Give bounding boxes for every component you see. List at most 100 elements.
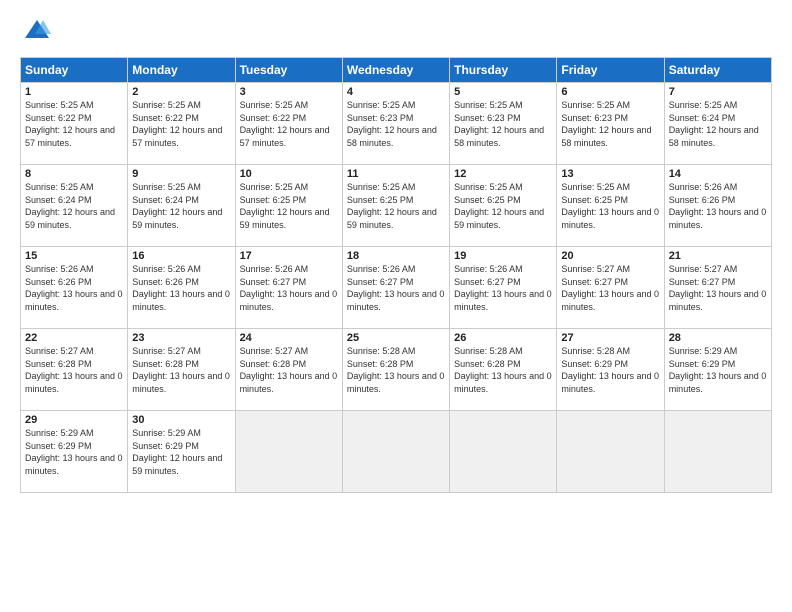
calendar-cell: 10Sunrise: 5:25 AM Sunset: 6:25 PM Dayli… bbox=[235, 165, 342, 247]
cell-info: Sunrise: 5:25 AM Sunset: 6:24 PM Dayligh… bbox=[669, 99, 767, 149]
cell-info: Sunrise: 5:26 AM Sunset: 6:27 PM Dayligh… bbox=[240, 263, 338, 313]
day-number: 29 bbox=[25, 414, 123, 426]
cell-info: Sunrise: 5:25 AM Sunset: 6:25 PM Dayligh… bbox=[240, 181, 338, 231]
cell-info: Sunrise: 5:25 AM Sunset: 6:24 PM Dayligh… bbox=[25, 181, 123, 231]
calendar-cell: 19Sunrise: 5:26 AM Sunset: 6:27 PM Dayli… bbox=[450, 247, 557, 329]
day-number: 10 bbox=[240, 168, 338, 180]
cell-info: Sunrise: 5:25 AM Sunset: 6:25 PM Dayligh… bbox=[454, 181, 552, 231]
calendar-cell: 17Sunrise: 5:26 AM Sunset: 6:27 PM Dayli… bbox=[235, 247, 342, 329]
day-number: 18 bbox=[347, 250, 445, 262]
week-row-2: 15Sunrise: 5:26 AM Sunset: 6:26 PM Dayli… bbox=[21, 247, 772, 329]
cell-info: Sunrise: 5:25 AM Sunset: 6:23 PM Dayligh… bbox=[561, 99, 659, 149]
calendar-cell: 26Sunrise: 5:28 AM Sunset: 6:28 PM Dayli… bbox=[450, 329, 557, 411]
calendar-cell: 30Sunrise: 5:29 AM Sunset: 6:29 PM Dayli… bbox=[128, 411, 235, 493]
calendar-cell: 18Sunrise: 5:26 AM Sunset: 6:27 PM Dayli… bbox=[342, 247, 449, 329]
day-number: 28 bbox=[669, 332, 767, 344]
calendar-cell: 22Sunrise: 5:27 AM Sunset: 6:28 PM Dayli… bbox=[21, 329, 128, 411]
logo-block bbox=[20, 16, 51, 49]
day-number: 8 bbox=[25, 168, 123, 180]
calendar-cell: 9Sunrise: 5:25 AM Sunset: 6:24 PM Daylig… bbox=[128, 165, 235, 247]
calendar-table: Sunday Monday Tuesday Wednesday Thursday… bbox=[20, 57, 772, 493]
calendar-cell: 27Sunrise: 5:28 AM Sunset: 6:29 PM Dayli… bbox=[557, 329, 664, 411]
cell-info: Sunrise: 5:25 AM Sunset: 6:23 PM Dayligh… bbox=[347, 99, 445, 149]
cell-info: Sunrise: 5:27 AM Sunset: 6:28 PM Dayligh… bbox=[132, 345, 230, 395]
day-number: 27 bbox=[561, 332, 659, 344]
calendar-cell: 5Sunrise: 5:25 AM Sunset: 6:23 PM Daylig… bbox=[450, 83, 557, 165]
calendar-cell: 16Sunrise: 5:26 AM Sunset: 6:26 PM Dayli… bbox=[128, 247, 235, 329]
cell-info: Sunrise: 5:28 AM Sunset: 6:28 PM Dayligh… bbox=[347, 345, 445, 395]
cell-info: Sunrise: 5:25 AM Sunset: 6:22 PM Dayligh… bbox=[240, 99, 338, 149]
calendar-cell: 21Sunrise: 5:27 AM Sunset: 6:27 PM Dayli… bbox=[664, 247, 771, 329]
day-number: 24 bbox=[240, 332, 338, 344]
cell-info: Sunrise: 5:29 AM Sunset: 6:29 PM Dayligh… bbox=[132, 427, 230, 477]
day-number: 16 bbox=[132, 250, 230, 262]
header-thursday: Thursday bbox=[450, 58, 557, 83]
header-monday: Monday bbox=[128, 58, 235, 83]
day-number: 22 bbox=[25, 332, 123, 344]
cell-info: Sunrise: 5:26 AM Sunset: 6:26 PM Dayligh… bbox=[132, 263, 230, 313]
days-header-row: Sunday Monday Tuesday Wednesday Thursday… bbox=[21, 58, 772, 83]
cell-info: Sunrise: 5:27 AM Sunset: 6:28 PM Dayligh… bbox=[25, 345, 123, 395]
cell-info: Sunrise: 5:25 AM Sunset: 6:23 PM Dayligh… bbox=[454, 99, 552, 149]
calendar-cell: 23Sunrise: 5:27 AM Sunset: 6:28 PM Dayli… bbox=[128, 329, 235, 411]
day-number: 1 bbox=[25, 86, 123, 98]
cell-info: Sunrise: 5:25 AM Sunset: 6:25 PM Dayligh… bbox=[561, 181, 659, 231]
day-number: 2 bbox=[132, 86, 230, 98]
cell-info: Sunrise: 5:27 AM Sunset: 6:27 PM Dayligh… bbox=[669, 263, 767, 313]
day-number: 26 bbox=[454, 332, 552, 344]
header-saturday: Saturday bbox=[664, 58, 771, 83]
calendar-cell bbox=[450, 411, 557, 493]
cell-info: Sunrise: 5:26 AM Sunset: 6:26 PM Dayligh… bbox=[25, 263, 123, 313]
day-number: 20 bbox=[561, 250, 659, 262]
day-number: 30 bbox=[132, 414, 230, 426]
week-row-0: 1Sunrise: 5:25 AM Sunset: 6:22 PM Daylig… bbox=[21, 83, 772, 165]
cell-info: Sunrise: 5:28 AM Sunset: 6:29 PM Dayligh… bbox=[561, 345, 659, 395]
day-number: 25 bbox=[347, 332, 445, 344]
calendar-cell: 6Sunrise: 5:25 AM Sunset: 6:23 PM Daylig… bbox=[557, 83, 664, 165]
week-row-1: 8Sunrise: 5:25 AM Sunset: 6:24 PM Daylig… bbox=[21, 165, 772, 247]
header-tuesday: Tuesday bbox=[235, 58, 342, 83]
calendar-cell: 29Sunrise: 5:29 AM Sunset: 6:29 PM Dayli… bbox=[21, 411, 128, 493]
day-number: 11 bbox=[347, 168, 445, 180]
cell-info: Sunrise: 5:26 AM Sunset: 6:26 PM Dayligh… bbox=[669, 181, 767, 231]
calendar-cell: 4Sunrise: 5:25 AM Sunset: 6:23 PM Daylig… bbox=[342, 83, 449, 165]
calendar-cell: 15Sunrise: 5:26 AM Sunset: 6:26 PM Dayli… bbox=[21, 247, 128, 329]
day-number: 5 bbox=[454, 86, 552, 98]
day-number: 9 bbox=[132, 168, 230, 180]
calendar-cell bbox=[342, 411, 449, 493]
calendar-cell: 8Sunrise: 5:25 AM Sunset: 6:24 PM Daylig… bbox=[21, 165, 128, 247]
calendar-cell: 3Sunrise: 5:25 AM Sunset: 6:22 PM Daylig… bbox=[235, 83, 342, 165]
day-number: 14 bbox=[669, 168, 767, 180]
calendar-cell: 20Sunrise: 5:27 AM Sunset: 6:27 PM Dayli… bbox=[557, 247, 664, 329]
header-friday: Friday bbox=[557, 58, 664, 83]
day-number: 23 bbox=[132, 332, 230, 344]
cell-info: Sunrise: 5:27 AM Sunset: 6:28 PM Dayligh… bbox=[240, 345, 338, 395]
cell-info: Sunrise: 5:26 AM Sunset: 6:27 PM Dayligh… bbox=[347, 263, 445, 313]
day-number: 7 bbox=[669, 86, 767, 98]
cell-info: Sunrise: 5:29 AM Sunset: 6:29 PM Dayligh… bbox=[25, 427, 123, 477]
calendar-cell: 2Sunrise: 5:25 AM Sunset: 6:22 PM Daylig… bbox=[128, 83, 235, 165]
calendar-cell: 13Sunrise: 5:25 AM Sunset: 6:25 PM Dayli… bbox=[557, 165, 664, 247]
cell-info: Sunrise: 5:28 AM Sunset: 6:28 PM Dayligh… bbox=[454, 345, 552, 395]
day-number: 19 bbox=[454, 250, 552, 262]
day-number: 15 bbox=[25, 250, 123, 262]
day-number: 17 bbox=[240, 250, 338, 262]
calendar-cell bbox=[664, 411, 771, 493]
cell-info: Sunrise: 5:25 AM Sunset: 6:22 PM Dayligh… bbox=[25, 99, 123, 149]
calendar-cell: 7Sunrise: 5:25 AM Sunset: 6:24 PM Daylig… bbox=[664, 83, 771, 165]
calendar-cell: 14Sunrise: 5:26 AM Sunset: 6:26 PM Dayli… bbox=[664, 165, 771, 247]
cell-info: Sunrise: 5:25 AM Sunset: 6:25 PM Dayligh… bbox=[347, 181, 445, 231]
week-row-3: 22Sunrise: 5:27 AM Sunset: 6:28 PM Dayli… bbox=[21, 329, 772, 411]
calendar-cell: 24Sunrise: 5:27 AM Sunset: 6:28 PM Dayli… bbox=[235, 329, 342, 411]
cell-info: Sunrise: 5:25 AM Sunset: 6:22 PM Dayligh… bbox=[132, 99, 230, 149]
cell-info: Sunrise: 5:29 AM Sunset: 6:29 PM Dayligh… bbox=[669, 345, 767, 395]
day-number: 13 bbox=[561, 168, 659, 180]
cell-info: Sunrise: 5:27 AM Sunset: 6:27 PM Dayligh… bbox=[561, 263, 659, 313]
header-sunday: Sunday bbox=[21, 58, 128, 83]
day-number: 4 bbox=[347, 86, 445, 98]
calendar-cell: 11Sunrise: 5:25 AM Sunset: 6:25 PM Dayli… bbox=[342, 165, 449, 247]
logo bbox=[20, 16, 51, 49]
week-row-4: 29Sunrise: 5:29 AM Sunset: 6:29 PM Dayli… bbox=[21, 411, 772, 493]
day-number: 12 bbox=[454, 168, 552, 180]
calendar-cell: 28Sunrise: 5:29 AM Sunset: 6:29 PM Dayli… bbox=[664, 329, 771, 411]
